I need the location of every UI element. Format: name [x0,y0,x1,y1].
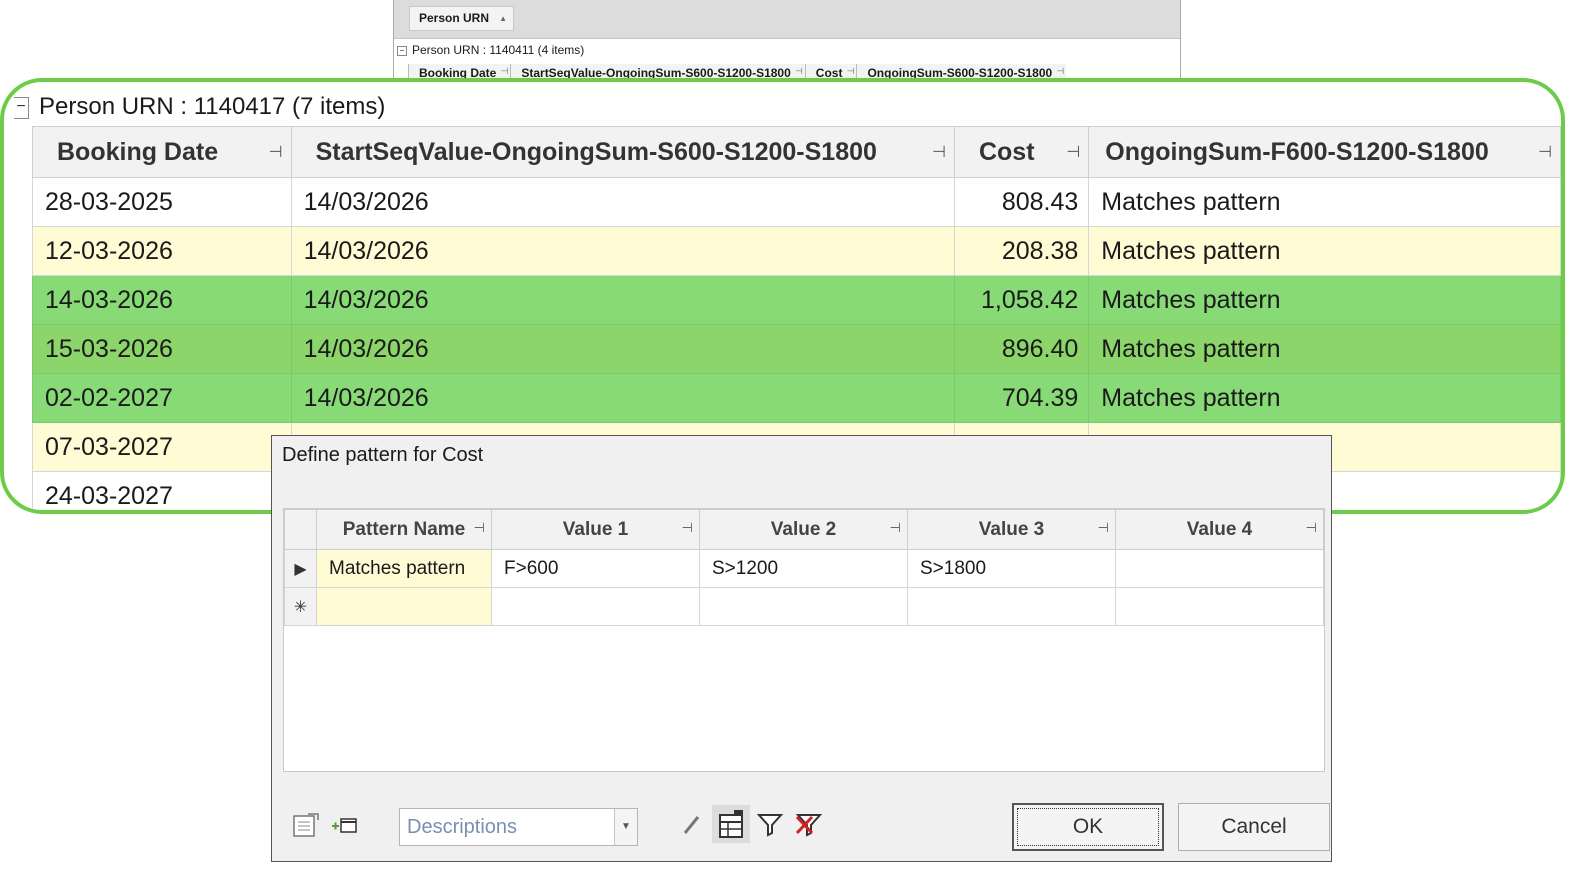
cell-booking-date[interactable]: 15-03-2026 [32,324,292,374]
pin-icon[interactable]: ⊣ [474,520,485,536]
collapse-icon[interactable]: − [397,45,407,56]
column-header-booking-date[interactable]: Booking Date ⊣ [32,126,292,178]
group-row[interactable]: − Person URN : 1140417 (7 items) [14,92,385,122]
chevron-down-icon[interactable]: ▼ [614,809,637,845]
grid-icon[interactable] [717,809,745,845]
cell-booking-date[interactable]: 14-03-2026 [32,275,292,325]
pin-icon: ⊣ [1056,66,1065,76]
pin-icon: ⊣ [846,66,855,76]
column-header-cost[interactable]: Cost ⊣ [953,126,1090,178]
cell-start-seq[interactable]: 14/03/2026 [290,275,955,325]
background-grid: Person URN ▲ − Person URN : 1140411 (4 it… [393,0,1181,81]
cell-value-2[interactable]: S>1200 [699,549,908,588]
cell-booking-date[interactable]: 28-03-2025 [32,177,292,227]
table-row[interactable]: 15-03-2026 14/03/2026 896.40 Matches pat… [32,324,1561,374]
cell-value-3[interactable]: S>1800 [907,549,1116,588]
group-chip-person-urn[interactable]: Person URN ▲ [409,6,515,31]
cancel-button[interactable]: Cancel [1178,803,1330,851]
group-by-bar: Person URN ▲ [394,0,1180,39]
cell-value-2[interactable] [699,587,908,626]
table-row[interactable]: 02-02-2027 14/03/2026 704.39 Matches pat… [32,373,1561,423]
column-header-value-4[interactable]: Value 4 ⊣ [1115,509,1324,550]
pin-icon[interactable]: ⊣ [1306,520,1317,536]
pin-icon[interactable]: ⊣ [1098,520,1109,536]
cell-booking-date[interactable]: 07-03-2027 [32,422,292,472]
cell-start-seq[interactable]: 14/03/2026 [290,177,955,227]
cell-value-1[interactable] [491,587,700,626]
ok-button-label: OK [1017,808,1159,846]
group-row[interactable]: − Person URN : 1140411 (4 items) [394,39,1180,61]
cell-cost[interactable]: 1,058.42 [953,275,1090,325]
pattern-row[interactable]: ▶ Matches pattern F>600 S>1200 S>1800 [284,549,1324,588]
cell-ongoing[interactable]: Matches pattern [1088,324,1561,374]
filter-icon[interactable] [756,811,784,843]
pin-icon[interactable]: ⊣ [890,520,901,536]
dialog-footer: Descriptions ▼ OK Cancel [272,791,1331,851]
column-header-value-1[interactable]: Value 1 ⊣ [491,509,700,550]
table-row[interactable]: 28-03-2025 14/03/2026 808.43 Matches pat… [32,177,1561,227]
column-header-pattern-name[interactable]: Pattern Name ⊣ [316,509,492,550]
descriptions-value: Descriptions [407,816,518,838]
table-row[interactable]: 14-03-2026 14/03/2026 1,058.42 Matches p… [32,275,1561,325]
cell-cost[interactable]: 896.40 [953,324,1090,374]
cell-value-3[interactable] [907,587,1116,626]
cell-start-seq[interactable]: 14/03/2026 [290,324,955,374]
group-row-label: Person URN : 1140417 (7 items) [39,93,386,120]
cell-value-4[interactable] [1115,587,1324,626]
cell-cost[interactable]: 208.38 [953,226,1090,276]
collapse-icon[interactable]: − [14,96,29,119]
clear-filter-icon[interactable] [794,811,823,843]
pin-icon[interactable]: ⊣ [1066,142,1080,162]
pattern-table: Pattern Name ⊣ Value 1 ⊣ Value 2 ⊣ Value 3 ⊣… [284,509,1324,626]
row-indicator-header [284,509,317,550]
pattern-grid: Pattern Name ⊣ Value 1 ⊣ Value 2 ⊣ Value 3 ⊣… [283,508,1325,772]
group-chip-label: Person URN [419,11,490,25]
cell-pattern-name[interactable] [316,587,492,626]
cell-pattern-name[interactable]: Matches pattern [316,549,492,588]
pin-icon[interactable]: ⊣ [1538,142,1552,162]
cell-ongoing[interactable]: Matches pattern [1088,226,1561,276]
cell-booking-date[interactable]: 12-03-2026 [32,226,292,276]
new-row-icon: ✳ [284,587,317,626]
pencil-icon[interactable] [680,813,704,843]
pin-icon[interactable]: ⊣ [682,520,693,536]
descriptions-dropdown[interactable]: Descriptions ▼ [399,808,638,846]
pin-icon[interactable]: ⊣ [269,142,283,162]
cell-value-1[interactable]: F>600 [491,549,700,588]
table-row[interactable]: 12-03-2026 14/03/2026 208.38 Matches pat… [32,226,1561,276]
cell-start-seq[interactable]: 14/03/2026 [290,373,955,423]
column-header-value-2[interactable]: Value 2 ⊣ [699,509,908,550]
sort-up-icon: ▲ [499,14,508,23]
cell-start-seq[interactable]: 14/03/2026 [290,226,955,276]
cell-booking-date[interactable]: 02-02-2027 [32,373,292,423]
cell-ongoing[interactable]: Matches pattern [1088,177,1561,227]
ok-button[interactable]: OK [1012,803,1164,851]
cell-value-4[interactable] [1115,549,1324,588]
column-header-ongoing[interactable]: OngoingSum-F600-S1200-S1800 ⊣ [1088,126,1561,178]
pin-icon: ⊣ [500,66,509,76]
cell-ongoing[interactable]: Matches pattern [1088,373,1561,423]
cell-ongoing[interactable]: Matches pattern [1088,275,1561,325]
cell-cost[interactable]: 704.39 [953,373,1090,423]
pin-icon[interactable]: ⊣ [932,142,946,162]
column-header-value-3[interactable]: Value 3 ⊣ [907,509,1116,550]
current-row-icon: ▶ [284,549,317,588]
cell-cost[interactable]: 808.43 [953,177,1090,227]
dialog-title: Define pattern for Cost [282,444,484,466]
column-header-startseq[interactable]: StartSeqValue-OngoingSum-S600-S1200-S180… [290,126,955,178]
cell-booking-date[interactable]: 24-03-2027 [32,471,292,510]
define-pattern-dialog: Define pattern for Cost Pattern Name ⊣ Va… [271,435,1332,862]
add-row-icon[interactable] [330,815,360,843]
group-row-label: Person URN : 1140411 (4 items) [412,43,585,57]
pin-icon: ⊣ [794,66,803,76]
new-pattern-row[interactable]: ✳ [284,587,1324,626]
properties-icon[interactable] [292,811,322,845]
